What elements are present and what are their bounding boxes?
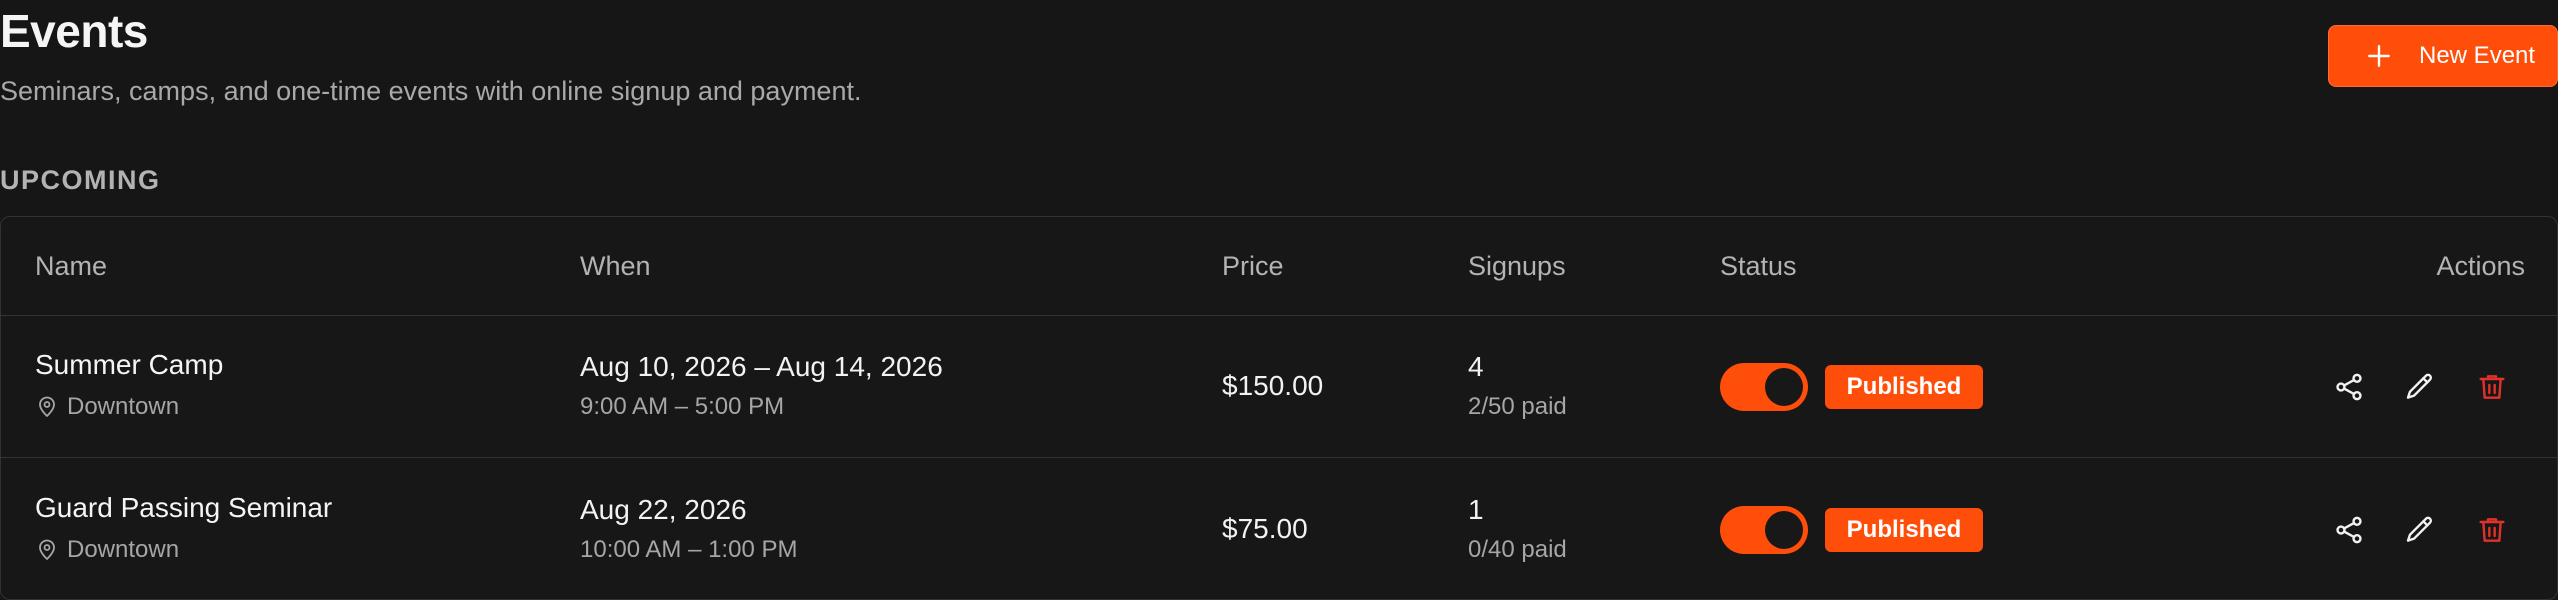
delete-button[interactable] bbox=[2475, 513, 2509, 547]
event-location: Downtown bbox=[35, 536, 179, 564]
trash-icon bbox=[2479, 375, 2505, 399]
column-header-name: Name bbox=[35, 251, 108, 281]
share-icon bbox=[2336, 516, 2362, 544]
event-date: Aug 10, 2026 – Aug 14, 2026 bbox=[580, 351, 943, 382]
share-icon bbox=[2336, 373, 2362, 401]
event-location-label: Downtown bbox=[67, 536, 180, 563]
column-header-signups: Signups bbox=[1468, 251, 1566, 281]
map-pin-icon bbox=[39, 539, 55, 560]
edit-button[interactable] bbox=[2403, 513, 2437, 547]
column-header-status: Status bbox=[1720, 251, 1797, 281]
edit-button[interactable] bbox=[2403, 370, 2437, 404]
pencil-icon bbox=[2406, 373, 2433, 399]
page-title: Events bbox=[0, 5, 148, 57]
table-row: Guard Passing Seminar Downtown Aug 22, 2… bbox=[1, 458, 2557, 599]
page-subtitle: Seminars, camps, and one-time events wit… bbox=[0, 76, 862, 106]
toggle-knob bbox=[1765, 368, 1803, 406]
event-name[interactable]: Summer Camp bbox=[35, 349, 223, 381]
event-signups-count: 1 bbox=[1468, 494, 1484, 525]
new-event-button-label: New Event bbox=[2419, 42, 2536, 69]
event-time: 9:00 AM – 5:00 PM bbox=[580, 393, 785, 420]
event-signups-count: 4 bbox=[1468, 351, 1484, 382]
column-header-when: When bbox=[580, 251, 651, 281]
event-date: Aug 22, 2026 bbox=[580, 494, 747, 525]
new-event-button[interactable]: New Event bbox=[2328, 25, 2558, 87]
event-paid-count: 2/50 paid bbox=[1468, 393, 1567, 420]
pencil-icon bbox=[2406, 516, 2433, 542]
events-table: Name When Price Signups Status Actions S… bbox=[0, 216, 2558, 600]
share-button[interactable] bbox=[2332, 513, 2366, 547]
section-label-upcoming: UPCOMING bbox=[0, 165, 161, 195]
column-header-price: Price bbox=[1222, 251, 1284, 281]
toggle-knob bbox=[1765, 511, 1803, 549]
publish-toggle[interactable] bbox=[1720, 363, 1808, 411]
status-badge: Published bbox=[1825, 508, 1983, 552]
plus-icon bbox=[2368, 45, 2390, 67]
delete-button[interactable] bbox=[2475, 370, 2509, 404]
status-badge: Published bbox=[1825, 365, 1983, 409]
publish-toggle[interactable] bbox=[1720, 506, 1808, 554]
table-row: Summer Camp Downtown Aug 10, 2026 – Aug … bbox=[1, 315, 2557, 458]
event-name[interactable]: Guard Passing Seminar bbox=[35, 492, 332, 524]
trash-icon bbox=[2479, 518, 2505, 542]
event-time: 10:00 AM – 1:00 PM bbox=[580, 536, 798, 563]
event-price: $75.00 bbox=[1222, 513, 1308, 544]
event-location: Downtown bbox=[35, 393, 179, 421]
event-location-label: Downtown bbox=[67, 393, 180, 420]
events-page: Events Seminars, camps, and one-time eve… bbox=[0, 0, 2558, 600]
event-paid-count: 0/40 paid bbox=[1468, 536, 1567, 563]
map-pin-icon bbox=[39, 396, 55, 417]
event-price: $150.00 bbox=[1222, 370, 1324, 401]
share-button[interactable] bbox=[2332, 370, 2366, 404]
column-header-actions: Actions bbox=[2436, 251, 2525, 281]
table-header: Name When Price Signups Status Actions bbox=[1, 217, 2557, 316]
